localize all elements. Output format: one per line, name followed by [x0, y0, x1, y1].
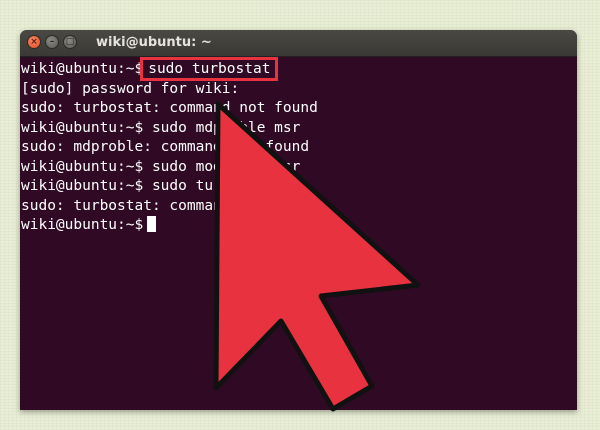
close-button[interactable]: × [27, 35, 41, 49]
maximize-icon: □ [65, 36, 75, 47]
terminal-window: × – □ wiki@ubuntu: ~ wiki@ubuntu:~$ sudo … [20, 30, 577, 410]
shell-prompt: wiki@ubuntu:~$ [21, 217, 144, 233]
terminal-prompt-line[interactable]: wiki@ubuntu:~$ [21, 216, 577, 236]
highlighted-command: sudo turbostat [140, 57, 279, 81]
terminal-line: wiki@ubuntu:~$ sudo modprobe msr [21, 158, 301, 175]
terminal-line: sudo: turbostat: command not found [21, 197, 318, 214]
close-icon: × [30, 36, 38, 47]
terminal-line: sudo: mdproble: command not found [21, 139, 310, 155]
minimize-button[interactable]: – [45, 35, 59, 49]
terminal-output[interactable]: wiki@ubuntu:~$ sudo turbostat [sudo] pass… [20, 57, 577, 410]
shell-prompt: wiki@ubuntu:~$ [21, 61, 144, 77]
maximize-button[interactable]: □ [63, 35, 77, 49]
text-cursor [147, 216, 157, 232]
terminal-line: wiki@ubuntu:~$ sudo mdproble msr [21, 119, 301, 136]
terminal-line: [sudo] password for wiki: [21, 80, 240, 97]
terminal-line: sudo: turbostat: command not found [21, 100, 318, 116]
terminal-line: wiki@ubuntu:~$ sudo turbostat [21, 57, 577, 81]
window-titlebar[interactable]: × – □ wiki@ubuntu: ~ [20, 30, 577, 57]
minimize-icon: – [49, 36, 55, 47]
window-title: wiki@ubuntu: ~ [96, 35, 212, 50]
terminal-line: wiki@ubuntu:~$ sudo turbostat [21, 178, 275, 194]
